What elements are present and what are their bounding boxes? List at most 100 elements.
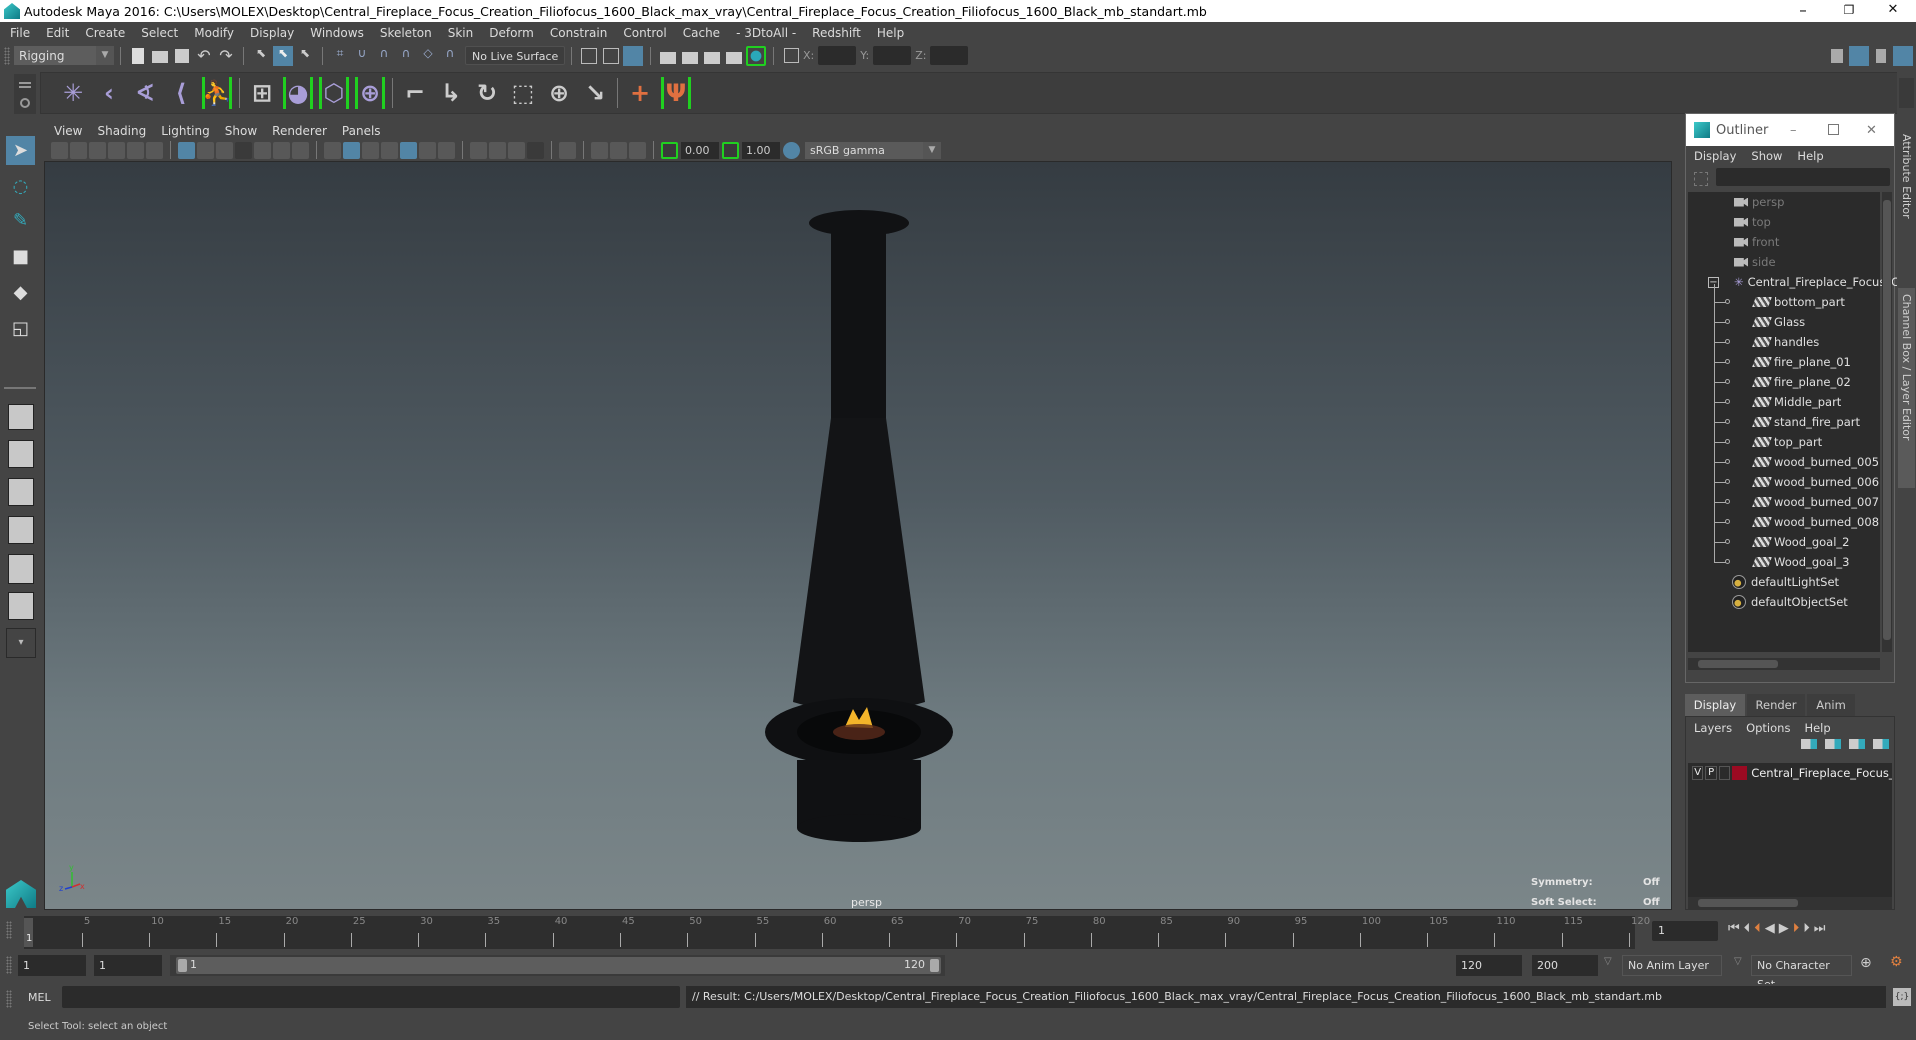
scrollbar-thumb[interactable] [1698, 660, 1778, 668]
shelf-tabs[interactable] [14, 74, 36, 114]
ik-handle-icon[interactable]: ⟨ [166, 77, 196, 109]
character-set-dropdown[interactable]: No Character Set [1751, 955, 1852, 991]
layer-row[interactable]: V P Central_Fireplace_Focus_Cre [1688, 763, 1892, 783]
color-management-toggle-icon[interactable] [783, 141, 800, 159]
paint-select-tool-icon[interactable]: ✎ [6, 206, 35, 235]
outliner-item[interactable]: handles [1714, 332, 1819, 352]
outliner-item[interactable]: persp [1734, 192, 1784, 212]
range-end-handle[interactable] [930, 959, 939, 972]
command-line-grip[interactable] [6, 990, 12, 1008]
2d-pan-zoom-icon[interactable] [127, 141, 144, 159]
safe-title-icon[interactable] [292, 141, 309, 159]
menu-windows[interactable]: Windows [310, 26, 364, 40]
viewport-menu-shading[interactable]: Shading [97, 124, 146, 138]
viewport-menu-show[interactable]: Show [225, 124, 257, 138]
scrollbar-thumb[interactable] [1698, 899, 1798, 907]
outliner-item[interactable]: top [1734, 212, 1771, 232]
move-layer-down-icon[interactable] [1825, 739, 1841, 749]
mirror-joint-icon[interactable]: ∢ [130, 77, 160, 109]
single-perspective-layout-icon[interactable] [8, 404, 34, 430]
animation-preferences-icon[interactable]: ⚙ [1890, 954, 1903, 970]
animation-start-field[interactable]: 1 [18, 955, 86, 976]
persp-outliner-layout-icon[interactable] [8, 478, 34, 506]
motion-blur-icon[interactable] [489, 141, 506, 159]
restore-button[interactable]: ❐ [1826, 0, 1872, 22]
grid-icon[interactable] [178, 141, 195, 159]
outliner-item[interactable]: Wood_goal_2 [1714, 532, 1849, 552]
rotate-tool-icon[interactable]: ◆ [6, 278, 35, 307]
live-surface-field[interactable]: No Live Surface [465, 46, 565, 65]
field-chart-icon[interactable] [254, 141, 271, 159]
outliner-item[interactable]: defaultObjectSet [1732, 592, 1848, 612]
menu-display[interactable]: Display [250, 26, 294, 40]
grease-pencil-icon[interactable] [146, 141, 163, 159]
layer-tab-anim[interactable]: Anim [1807, 694, 1855, 716]
layer-horizontal-scrollbar[interactable] [1688, 897, 1892, 909]
go-to-end-icon[interactable]: ⏭ [1814, 921, 1826, 936]
outliner-item[interactable]: side [1734, 252, 1776, 272]
gate-mask-icon[interactable] [235, 141, 252, 159]
filter-icon[interactable] [1694, 172, 1708, 186]
parent-constraint-icon[interactable]: ⌐ [400, 77, 430, 109]
hypershade-icon[interactable] [746, 45, 766, 66]
viewport-menu-renderer[interactable]: Renderer [272, 124, 327, 138]
range-slider-bar[interactable]: 1 120 [176, 957, 941, 974]
menu-constrain[interactable]: Constrain [550, 26, 608, 40]
outliner-item[interactable]: defaultLightSet [1732, 572, 1839, 592]
smooth-shade-icon[interactable] [343, 141, 360, 159]
outliner-search-input[interactable] [1716, 168, 1890, 186]
chevron-down-icon[interactable]: ▽ [1734, 956, 1742, 967]
outliner-minimize-button[interactable]: – [1790, 123, 1797, 138]
attribute-editor-toggle-icon[interactable] [1849, 46, 1869, 66]
create-layer-from-selected-icon[interactable] [1873, 739, 1889, 749]
ipr-render-icon[interactable] [702, 45, 722, 66]
paint-weights-icon[interactable]: ⊕ [355, 77, 385, 109]
output-connections-icon[interactable] [603, 47, 619, 64]
view-transform-dropdown[interactable]: sRGB gamma ▼ [805, 141, 941, 159]
xray-icon[interactable] [591, 141, 608, 159]
film-gate-icon[interactable] [197, 141, 214, 159]
locator-icon[interactable]: + [625, 77, 655, 109]
input-connections-icon[interactable] [581, 47, 597, 64]
menu-modify[interactable]: Modify [194, 26, 234, 40]
modeling-toolkit-icon[interactable] [1827, 46, 1847, 66]
persp-hypershade-layout-icon[interactable] [8, 592, 34, 620]
outliner-close-button[interactable]: ✕ [1866, 123, 1877, 138]
outliner-item[interactable]: fire_plane_01 [1714, 352, 1851, 372]
range-grip[interactable] [6, 956, 12, 974]
render-current-frame-icon[interactable] [680, 45, 700, 66]
xray-active-icon[interactable] [610, 141, 627, 159]
viewport-menu-view[interactable]: View [54, 124, 82, 138]
layer-visibility-toggle[interactable]: V [1692, 766, 1704, 780]
scrollbar-thumb[interactable] [1883, 200, 1891, 640]
textured-icon[interactable] [400, 141, 417, 159]
animation-end-field[interactable]: 200 [1532, 955, 1598, 976]
play-backwards-icon[interactable]: ◀ [1765, 921, 1775, 936]
auto-key-icon[interactable]: ⊕ [1860, 955, 1872, 971]
select-hierarchy-icon[interactable]: ⬉ [251, 46, 271, 66]
menu-select[interactable]: Select [141, 26, 178, 40]
menu-3dtoall[interactable]: - 3DtoAll - [736, 26, 796, 40]
scale-tool-icon[interactable]: ◱ [6, 314, 35, 343]
layer-color-swatch[interactable] [1732, 766, 1748, 780]
script-editor-icon[interactable]: {;} [1893, 988, 1911, 1006]
depth-of-field-icon[interactable] [527, 141, 544, 159]
outliner-menu-show[interactable]: Show [1751, 149, 1782, 163]
lasso-tool-icon[interactable]: ◌ [6, 172, 35, 201]
select-component-icon[interactable]: ⬉ [295, 46, 315, 66]
outliner-item[interactable]: wood_burned_008 [1714, 512, 1879, 532]
menu-skeleton[interactable]: Skeleton [380, 26, 432, 40]
new-scene-icon[interactable] [128, 45, 148, 66]
wireframe-icon[interactable] [324, 141, 341, 159]
play-forwards-icon[interactable]: ▶ [1779, 921, 1789, 936]
layer-name[interactable]: Central_Fireplace_Focus_Cre [1751, 766, 1892, 780]
playback-start-field[interactable]: 1 [94, 955, 162, 976]
layer-menu-layers[interactable]: Layers [1694, 721, 1732, 735]
range-slider-track[interactable]: 1 120 [170, 955, 945, 976]
playback-end-field[interactable]: 120 [1456, 955, 1522, 976]
step-forward-frame-icon[interactable]: ⏵ [1793, 921, 1800, 936]
menu-skin[interactable]: Skin [448, 26, 474, 40]
more-layouts-button[interactable]: ▾ [6, 628, 36, 658]
outliner-item[interactable]: top_part [1714, 432, 1822, 452]
four-view-layout-icon[interactable] [8, 440, 34, 468]
